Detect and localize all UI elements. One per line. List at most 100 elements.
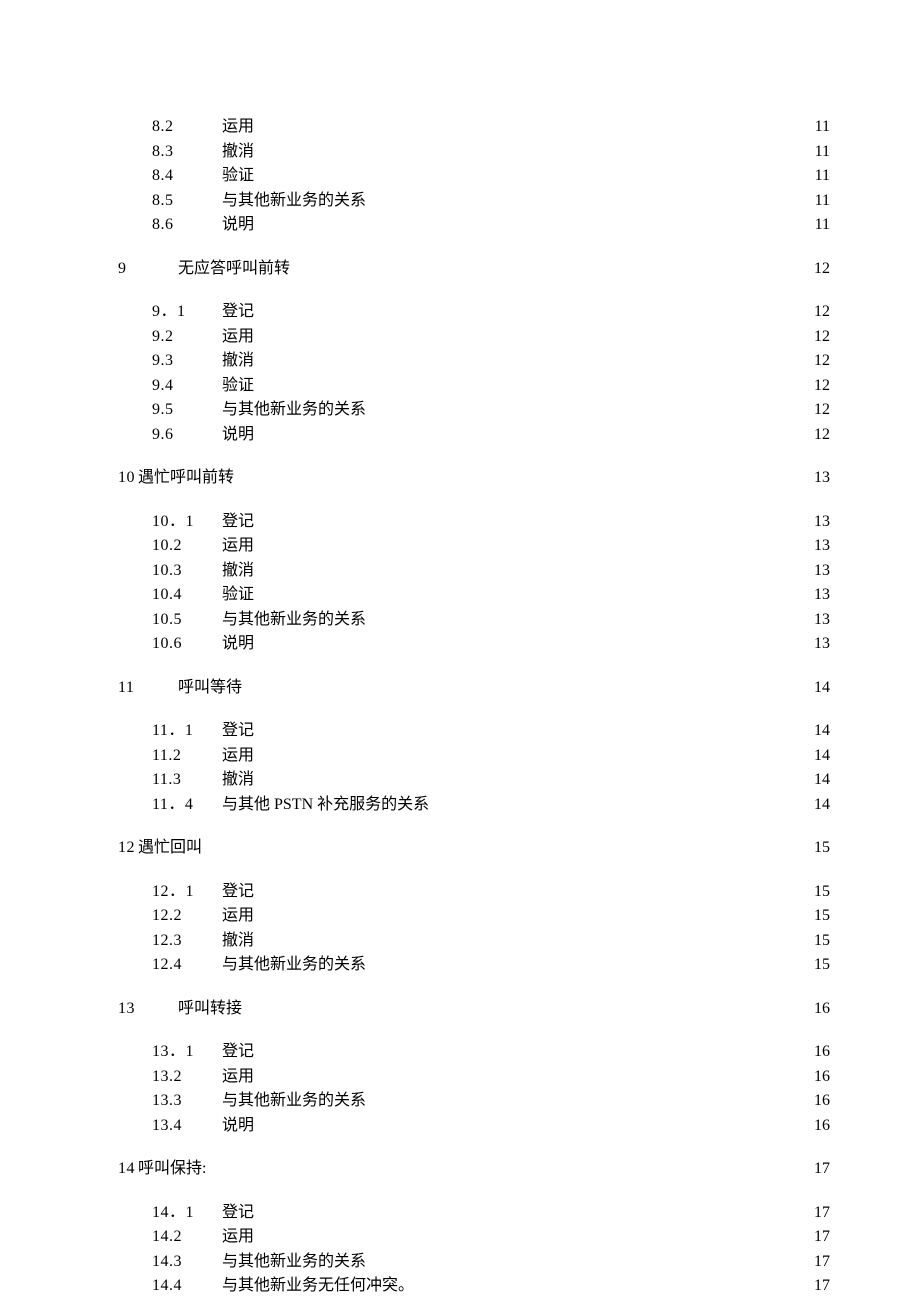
toc-entry-page: 15 [810, 836, 830, 861]
toc-entry: 8.4验证11 [118, 164, 830, 189]
toc-entry-number: 11．4 [152, 793, 222, 818]
toc-entry-page: 13 [810, 510, 830, 535]
toc-entry-number: 11 [118, 676, 178, 701]
toc-entry-number: 14．1 [152, 1201, 222, 1226]
toc-entry-page: 12 [810, 257, 830, 282]
toc-entry-title: 与其他新业务的关系 [222, 189, 366, 214]
toc-entry-page: 11 [811, 189, 830, 214]
toc-entry: 10.4验证13 [118, 583, 830, 608]
toc-entry: 9．1登记12 [118, 300, 830, 325]
toc-entry-number: 9.6 [152, 423, 222, 448]
toc-entry-page: 14 [810, 719, 830, 744]
toc-entry-title: 登记 [222, 719, 254, 744]
toc-entry-number: 14.3 [152, 1250, 222, 1275]
toc-entry: 11．4与其他 PSTN 补充服务的关系 14 [118, 793, 830, 818]
toc-entry-page: 17 [810, 1225, 830, 1250]
toc-entry-page: 15 [810, 904, 830, 929]
toc-entry-number: 8.2 [152, 115, 222, 140]
toc-entry-title: 说明 [222, 423, 254, 448]
toc-entry-page: 12 [810, 423, 830, 448]
toc-entry: 14．1登记17 [118, 1201, 830, 1226]
toc-entry-title: 说明 [222, 632, 254, 657]
toc-entry: 8.6说明11 [118, 213, 830, 238]
toc-entry-number: 10.6 [152, 632, 222, 657]
toc-entry-number: 11.3 [152, 768, 222, 793]
toc-entry: 14.3与其他新业务的关系17 [118, 1250, 830, 1275]
toc-entry-title: 登记 [222, 300, 254, 325]
toc-entry: 9.2运用 12 [118, 325, 830, 350]
toc-entry: 14.4与其他新业务无任何冲突。17 [118, 1274, 830, 1299]
toc-entry-title: 运用 [222, 325, 254, 350]
toc-entry: 13.3与其他新业务的关系 16 [118, 1089, 830, 1114]
toc-entry-title: 与其他新业务无任何冲突。 [222, 1274, 414, 1299]
toc-entry: 12.4与其他新业务的关系15 [118, 953, 830, 978]
toc-entry-number: 9.4 [152, 374, 222, 399]
toc-entry-title: 与其他新业务的关系 [222, 1089, 366, 1114]
toc-entry: 11.3撤消14 [118, 768, 830, 793]
toc-entry-title: 运用 [222, 1225, 254, 1250]
toc-entry-page: 11 [811, 140, 830, 165]
toc-entry-title: 撤消 [222, 349, 254, 374]
toc-entry-title: 运用 [222, 744, 254, 769]
toc-entry: 13呼叫转接16 [118, 997, 830, 1022]
toc-entry-number: 12 [118, 836, 138, 861]
toc-entry-title: 呼叫转接 [178, 997, 242, 1022]
toc-entry-title: 与其他 PSTN 补充服务的关系 [222, 793, 429, 818]
toc-entry-page: 14 [810, 676, 830, 701]
toc-entry-number: 13.4 [152, 1114, 222, 1139]
toc-entry: 10.6说明 13 [118, 632, 830, 657]
toc-entry-page: 16 [810, 1114, 830, 1139]
toc-entry-title: 登记 [222, 880, 254, 905]
toc-entry: 9.5与其他新业务的关系12 [118, 398, 830, 423]
toc-entry: 8.3撤消11 [118, 140, 830, 165]
toc-entry-number: 14.4 [152, 1274, 222, 1299]
toc-entry-title: 验证 [222, 374, 254, 399]
toc-entry-number: 10.2 [152, 534, 222, 559]
toc-entry-page: 13 [810, 466, 830, 491]
toc-entry-number: 11.2 [152, 744, 222, 769]
toc-entry-number: 14 [118, 1157, 138, 1182]
toc-entry-page: 13 [810, 559, 830, 584]
toc-entry: 9.3撤消12 [118, 349, 830, 374]
toc-entry-title: 呼叫等待 [178, 676, 242, 701]
toc-entry-page: 12 [810, 349, 830, 374]
toc-entry: 11呼叫等待 14 [118, 676, 830, 701]
toc-entry-page: 14 [810, 793, 830, 818]
toc-entry-title: 无应答呼叫前转 [178, 257, 290, 282]
toc-entry-page: 14 [810, 744, 830, 769]
toc-entry-number: 9.2 [152, 325, 222, 350]
toc-entry-title: 登记 [222, 1201, 254, 1226]
toc-entry-title: 撤消 [222, 929, 254, 954]
toc-entry-number: 13.3 [152, 1089, 222, 1114]
toc-entry: 13.2运用16 [118, 1065, 830, 1090]
toc-entry-title: 运用 [222, 115, 254, 140]
toc-entry-page: 13 [810, 608, 830, 633]
toc-entry-title: 撤消 [222, 559, 254, 584]
toc-entry: 12．1登记 15 [118, 880, 830, 905]
toc-entry-title: 验证 [222, 164, 254, 189]
toc-entry: 11.2运用 14 [118, 744, 830, 769]
toc-entry-title: 与其他新业务的关系 [222, 398, 366, 423]
toc-entry: 9.6说明 12 [118, 423, 830, 448]
toc-entry-number: 12．1 [152, 880, 222, 905]
toc-entry-title: 验证 [222, 583, 254, 608]
toc-entry-page: 15 [810, 880, 830, 905]
toc-entry-number: 8.4 [152, 164, 222, 189]
toc-entry: 12.3撤消15 [118, 929, 830, 954]
toc-entry-number: 9．1 [152, 300, 222, 325]
toc-entry-page: 11 [811, 115, 830, 140]
toc-entry: 10.2运用13 [118, 534, 830, 559]
toc-entry-number: 12.2 [152, 904, 222, 929]
toc-entry-title: 呼叫保持: [138, 1157, 206, 1182]
toc-entry: 8.2运用 11 [118, 115, 830, 140]
toc-entry-page: 12 [810, 325, 830, 350]
toc-entry-title: 与其他新业务的关系 [222, 1250, 366, 1275]
toc-entry-title: 遇忙回叫 [138, 836, 202, 861]
toc-entry-page: 16 [810, 1089, 830, 1114]
toc-entry-number: 10 [118, 466, 138, 491]
toc-entry-page: 13 [810, 632, 830, 657]
toc-entry-number: 8.3 [152, 140, 222, 165]
toc-entry-title: 说明 [222, 213, 254, 238]
toc-entry: 10．1登记13 [118, 510, 830, 535]
toc-entry-page: 15 [810, 953, 830, 978]
